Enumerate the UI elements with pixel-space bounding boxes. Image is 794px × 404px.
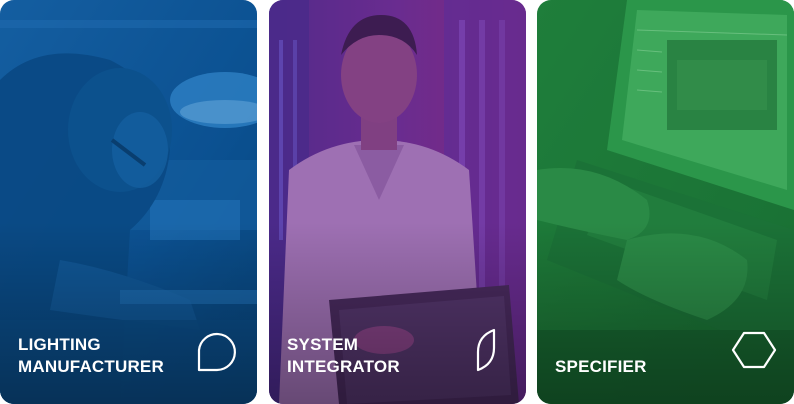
- card-title: SYSTEM INTEGRATOR: [287, 334, 400, 378]
- card-system-integrator[interactable]: SYSTEM INTEGRATOR: [269, 0, 526, 404]
- card-title-line-2: INTEGRATOR: [287, 357, 400, 376]
- card-title-line-2: MANUFACTURER: [18, 357, 164, 376]
- card-title-line-1: LIGHTING: [18, 335, 101, 354]
- audience-cards: LIGHTING MANUFACTURER SYSTEM INTEGRATOR …: [0, 0, 794, 404]
- leaf-blade-icon: [462, 326, 510, 374]
- card-title-line-1: SPECIFIER: [555, 357, 647, 376]
- card-title: SPECIFIER: [555, 356, 647, 378]
- card-title-line-1: SYSTEM: [287, 335, 359, 354]
- card-specifier[interactable]: SPECIFIER: [537, 0, 794, 404]
- card-lighting-manufacturer[interactable]: LIGHTING MANUFACTURER: [0, 0, 257, 404]
- card-title: LIGHTING MANUFACTURER: [18, 334, 164, 378]
- hexagon-icon: [730, 326, 778, 374]
- rounded-teardrop-icon: [193, 326, 241, 374]
